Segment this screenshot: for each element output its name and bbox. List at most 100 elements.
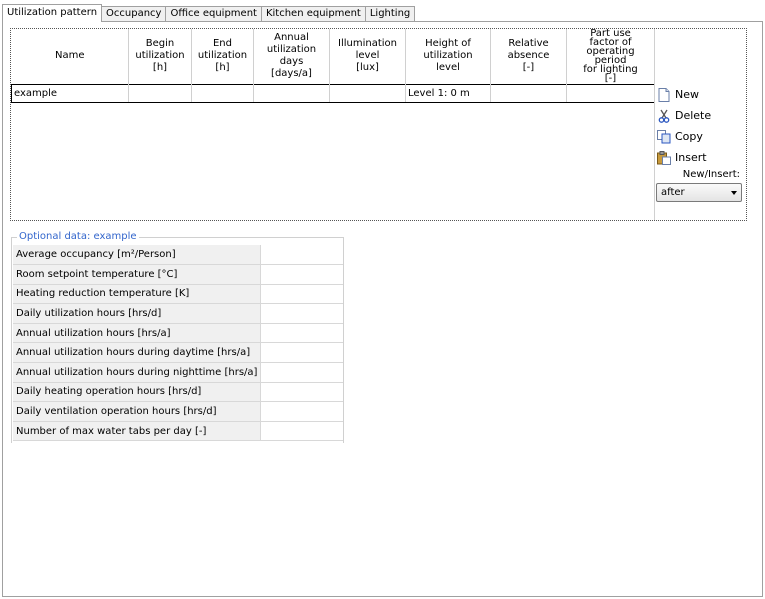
- cell-part-use-factor[interactable]: [566, 83, 655, 103]
- col-header-end-line-3: [h]: [215, 62, 230, 74]
- average-occupancy-field[interactable]: [260, 245, 343, 266]
- daily-ventilation-operation-hours-field[interactable]: [260, 401, 343, 422]
- tab-kitchen-equipment[interactable]: Kitchen equipment: [260, 6, 366, 22]
- col-header-begin-utilization[interactable]: Begin utilization [h]: [128, 29, 192, 84]
- col-header-annual-line-3: days: [279, 56, 304, 68]
- daily-utilization-hours-label: Daily utilization hours [hrs/d]: [13, 303, 261, 324]
- cell-begin-utilization[interactable]: [128, 83, 192, 103]
- annual-utilization-hours-label: Annual utilization hours [hrs/a]: [13, 323, 261, 344]
- new-button[interactable]: New: [656, 85, 746, 104]
- col-header-annual-line-2: utilization: [266, 44, 317, 56]
- daily-heating-operation-hours-field[interactable]: [260, 382, 343, 403]
- daily-heating-operation-hours-label: Daily heating operation hours [hrs/d]: [13, 382, 261, 403]
- room-setpoint-temperature-label: Room setpoint temperature [°C]: [13, 264, 261, 285]
- delete-button-label: Delete: [675, 109, 712, 122]
- optional-row: Daily heating operation hours [hrs/d]: [13, 382, 343, 403]
- cell-name[interactable]: example: [11, 83, 129, 103]
- new-insert-label: New/Insert:: [682, 169, 740, 180]
- col-header-partuse-line-3: operating period: [586, 46, 635, 67]
- col-header-illumination-level[interactable]: Illumination level [lux]: [329, 29, 406, 84]
- optional-data-group: Optional data: example Average occupancy…: [11, 231, 344, 443]
- paste-icon: [656, 150, 672, 166]
- chevron-down-icon: [731, 190, 737, 195]
- max-water-tabs-label: Number of max water tabs per day [-]: [13, 421, 261, 442]
- annual-utilization-hours-field[interactable]: [260, 323, 343, 344]
- col-header-begin-line-2: utilization: [135, 50, 185, 62]
- cell-height-of-utilization-level[interactable]: Level 1: 0 m: [405, 83, 491, 103]
- daily-utilization-hours-field[interactable]: [260, 303, 343, 324]
- copy-button[interactable]: Copy: [656, 127, 746, 146]
- cell-relative-absence[interactable]: [490, 83, 567, 103]
- heating-reduction-temperature-field[interactable]: [260, 284, 343, 305]
- insert-button-label: Insert: [675, 151, 707, 164]
- annual-hours-nighttime-label: Annual utilization hours during nighttim…: [13, 362, 261, 383]
- annual-hours-daytime-field[interactable]: [260, 342, 343, 364]
- tab-page: Name Begin utilization [h] End utilizati…: [2, 21, 763, 597]
- annual-hours-daytime-label: Annual utilization hours during daytime …: [13, 342, 261, 364]
- col-header-annual-line-1: Annual: [274, 32, 309, 44]
- utilization-table: Name Begin utilization [h] End utilizati…: [11, 29, 655, 103]
- cell-illumination-level[interactable]: [329, 83, 406, 103]
- col-header-begin-line-1: Begin: [145, 38, 175, 50]
- col-header-illumination-line-2: level: [355, 50, 380, 62]
- col-header-begin-line-3: [h]: [152, 62, 168, 74]
- daily-ventilation-operation-hours-label: Daily ventilation operation hours [hrs/d…: [13, 401, 261, 422]
- tab-occupancy[interactable]: Occupancy: [101, 6, 167, 22]
- col-header-name[interactable]: Name: [11, 29, 129, 84]
- col-header-annual-utilization-days[interactable]: Annual utilization days [days/a]: [253, 29, 330, 84]
- col-header-height-line-2: utilization: [423, 50, 473, 62]
- col-header-absence-line-1: Relative: [508, 38, 549, 50]
- optional-row: Daily ventilation operation hours [hrs/d…: [13, 401, 343, 422]
- col-header-end-utilization[interactable]: End utilization [h]: [191, 29, 254, 84]
- tab-lighting[interactable]: Lighting: [364, 6, 416, 22]
- optional-row: Heating reduction temperature [K]: [13, 284, 343, 305]
- optional-row: Average occupancy [m²/Person]: [13, 245, 343, 266]
- new-insert-selected-value: after: [661, 187, 685, 198]
- utilization-grid: Name Begin utilization [h] End utilizati…: [10, 28, 747, 221]
- col-header-end-line-1: End: [212, 38, 232, 50]
- grid-side-separator: [654, 29, 655, 220]
- col-header-annual-line-4: [days/a]: [271, 68, 312, 80]
- col-header-partuse-line-5: [-]: [604, 73, 617, 85]
- col-header-absence-line-2: absence: [507, 50, 550, 62]
- copy-button-label: Copy: [675, 130, 703, 143]
- new-button-label: New: [675, 88, 699, 101]
- new-insert-select[interactable]: after: [656, 183, 742, 202]
- row-actions: New Delete Copy Insert New/Insert: after: [656, 85, 746, 202]
- optional-row: Annual utilization hours during nighttim…: [13, 362, 343, 383]
- col-header-height-line-1: Height of: [425, 38, 471, 50]
- optional-row: Number of max water tabs per day [-]: [13, 421, 343, 442]
- copy-icon: [656, 129, 672, 145]
- room-setpoint-temperature-field[interactable]: [260, 264, 343, 285]
- new-document-icon: [656, 87, 672, 103]
- optional-row: Room setpoint temperature [°C]: [13, 264, 343, 285]
- col-header-name-line-1: Name: [54, 50, 85, 62]
- insert-button[interactable]: Insert: [656, 148, 746, 167]
- cell-annual-utilization-days[interactable]: [253, 83, 330, 103]
- optional-data-title: Optional data: example: [17, 231, 139, 242]
- optional-row: Annual utilization hours [hrs/a]: [13, 323, 343, 344]
- tab-utilization-pattern[interactable]: Utilization pattern: [2, 4, 103, 22]
- col-header-height-of-utilization-level[interactable]: Height of utilization level: [405, 29, 491, 84]
- optional-data-table: Average occupancy [m²/Person] Room setpo…: [13, 245, 343, 442]
- optional-row: Daily utilization hours [hrs/d]: [13, 303, 343, 324]
- col-header-height-line-3: level: [436, 62, 460, 74]
- max-water-tabs-field[interactable]: [260, 421, 343, 442]
- delete-button[interactable]: Delete: [656, 106, 746, 125]
- col-header-illumination-line-3: [lux]: [356, 62, 379, 74]
- col-header-illumination-line-1: Illumination: [338, 38, 397, 50]
- tab-office-equipment[interactable]: Office equipment: [165, 6, 262, 22]
- col-header-end-line-2: utilization: [197, 50, 248, 62]
- average-occupancy-label: Average occupancy [m²/Person]: [13, 245, 261, 266]
- optional-row: Annual utilization hours during daytime …: [13, 342, 343, 364]
- col-header-part-use-factor[interactable]: Part use factor of operating period for …: [566, 29, 655, 85]
- col-header-relative-absence[interactable]: Relative absence [-]: [490, 29, 567, 84]
- heating-reduction-temperature-label: Heating reduction temperature [K]: [13, 284, 261, 305]
- grid-header-row: Name Begin utilization [h] End utilizati…: [11, 29, 655, 85]
- annual-hours-nighttime-field[interactable]: [260, 362, 343, 383]
- tab-strip: Utilization pattern Occupancy Office equ…: [2, 4, 416, 22]
- cell-end-utilization[interactable]: [191, 83, 254, 103]
- col-header-absence-line-3: [-]: [522, 62, 535, 74]
- table-row[interactable]: example Level 1: 0 m: [11, 83, 655, 103]
- scissors-icon: [656, 108, 672, 124]
